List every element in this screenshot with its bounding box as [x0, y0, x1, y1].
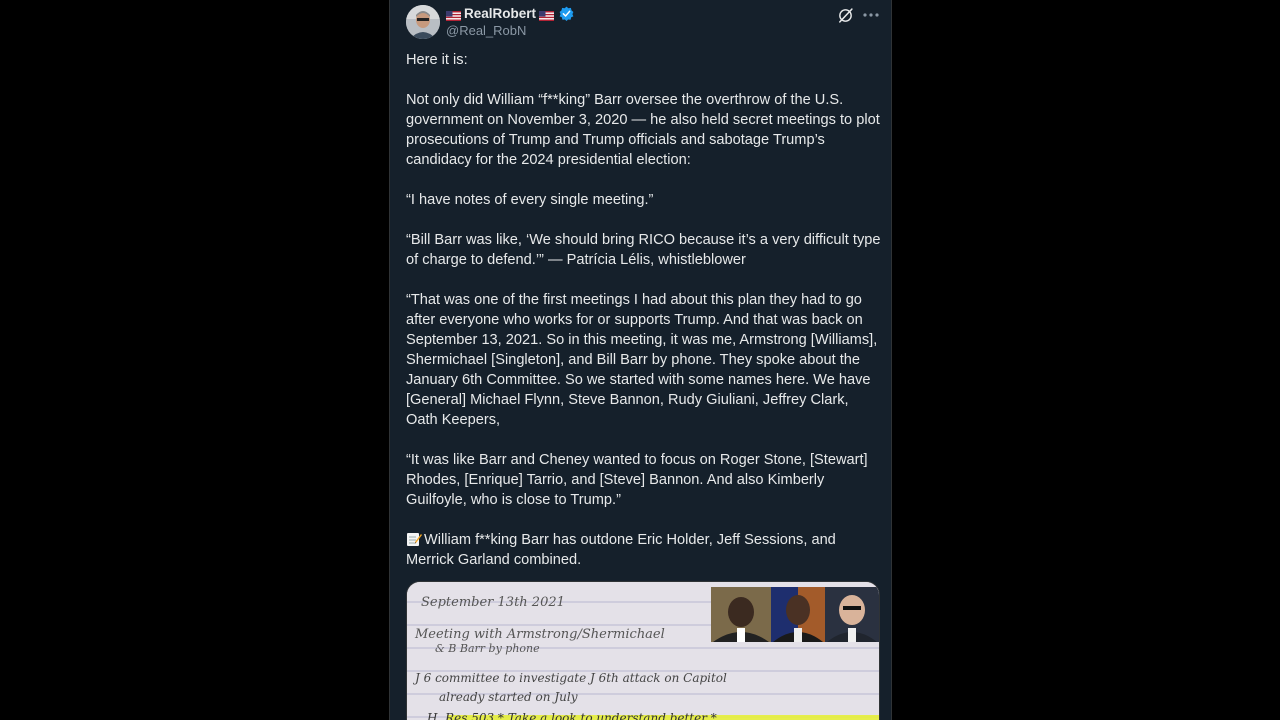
us-flag-icon [539, 9, 555, 21]
author-display-name[interactable]: RealRobert [464, 6, 536, 21]
author-info: RealRobert @Real_RobN [446, 6, 574, 38]
tweet-card: RealRobert @Real_RobN Here it is: Not on… [389, 0, 892, 720]
tweet-media-image[interactable]: September 13th 2021 Meeting with Armstro… [406, 581, 880, 720]
author-handle[interactable]: @Real_RobN [446, 23, 574, 38]
author-display-name-row[interactable]: RealRobert [446, 6, 574, 21]
note-line: J 6 committee to investigate J 6th attac… [412, 671, 727, 685]
tweet-paragraph-text: William f**king Barr has outdone Eric Ho… [406, 532, 836, 568]
inset-photo-2 [771, 587, 825, 642]
note-line: H. Res 503 * Take a look to understand b… [426, 711, 717, 720]
note-line: already started on July [439, 690, 578, 704]
note-line: Meeting with Armstrong/Shermichael [414, 627, 665, 642]
memo-icon [406, 531, 422, 547]
inset-photo-3 [825, 587, 879, 642]
tweet-paragraph: Not only did William “f**king” Barr over… [406, 92, 880, 168]
verified-badge-icon[interactable] [559, 6, 574, 21]
tweet-body: Here it is: Not only did William “f**kin… [406, 50, 882, 570]
note-line: September 13th 2021 [421, 595, 565, 610]
tweet-paragraph: Here it is: [406, 52, 468, 68]
inset-photo-1 [711, 587, 771, 642]
author-avatar[interactable] [406, 5, 440, 39]
note-line: & B Barr by phone [435, 642, 540, 655]
handwritten-notes-image: September 13th 2021 Meeting with Armstro… [407, 582, 879, 720]
tweet-paragraph: “That was one of the first meetings I ha… [406, 292, 878, 428]
tweet-paragraph-final: William f**king Barr has outdone Eric Ho… [406, 530, 882, 570]
avatar-image [406, 5, 440, 39]
us-flag-icon [446, 9, 461, 21]
tweet-paragraph: “Bill Barr was like, ‘We should bring RI… [406, 232, 881, 268]
tweet-paragraph: “I have notes of every single meeting.” [406, 192, 654, 208]
grok-icon[interactable] [837, 7, 854, 24]
more-options-icon[interactable] [862, 7, 880, 23]
tweet-paragraph: “It was like Barr and Cheney wanted to f… [406, 452, 868, 508]
